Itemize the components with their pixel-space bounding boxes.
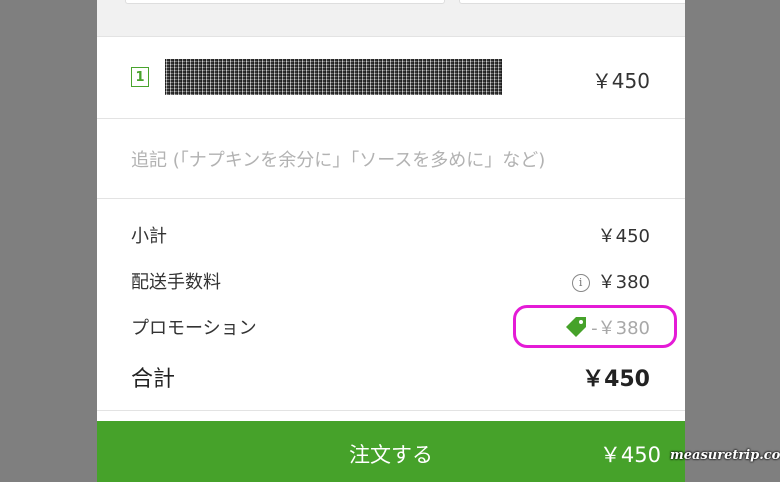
total-label: 合計	[131, 367, 176, 392]
note-input[interactable]: 追記 (「ナプキンを余分に」「ソースを多めに」など)	[131, 146, 545, 172]
place-order-price: ￥450	[599, 443, 661, 467]
subtotal-value: ￥450	[597, 226, 650, 247]
total-value: ￥450	[582, 367, 650, 392]
redacted-item-name	[165, 59, 502, 95]
delivery-fee-amount: ￥380	[597, 272, 650, 293]
divider	[97, 410, 685, 411]
watermark: measuretrip.com	[670, 448, 780, 463]
subtotal-label: 小計	[131, 226, 167, 247]
cart-item-row[interactable]: 1 ￥450	[97, 37, 685, 117]
top-card-right[interactable]	[459, 0, 685, 4]
promotion-label: プロモーション	[131, 318, 257, 339]
place-order-label: 注文する	[349, 443, 433, 467]
delivery-fee-label: 配送手数料	[131, 272, 221, 293]
delivery-fee-value: i ￥380	[571, 268, 650, 294]
place-order-button[interactable]: 注文する ￥450	[97, 421, 685, 482]
order-panel: 1 ￥450 追記 (「ナプキンを余分に」「ソースを多めに」など) 小計 ￥45…	[97, 0, 685, 482]
promotion-highlight-circle	[513, 305, 677, 348]
divider	[97, 198, 685, 199]
divider	[97, 118, 685, 119]
quantity-badge[interactable]: 1	[131, 67, 149, 87]
top-strip	[97, 0, 685, 36]
info-icon[interactable]: i	[571, 274, 590, 292]
item-price: ￥450	[591, 69, 650, 93]
top-card-left[interactable]	[125, 0, 445, 4]
